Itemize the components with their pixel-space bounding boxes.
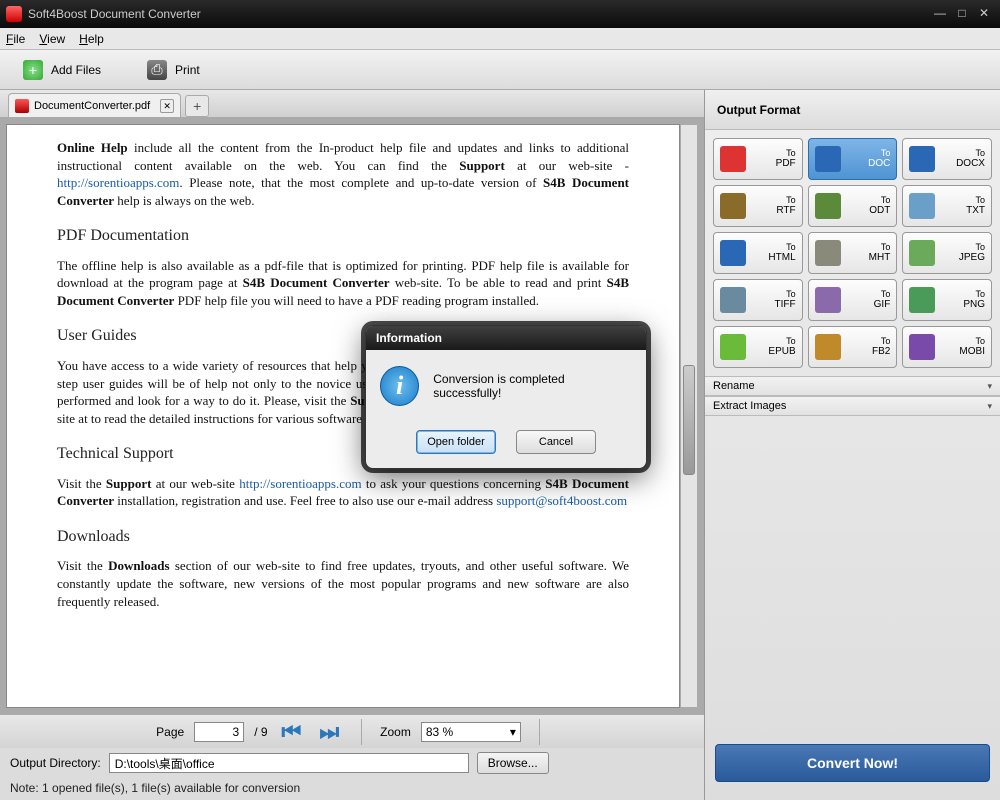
output-directory-input[interactable] — [109, 753, 469, 773]
format-fb2-button[interactable]: ToFB2 — [808, 326, 898, 368]
scrollbar-thumb[interactable] — [683, 365, 695, 475]
epub-icon — [720, 334, 746, 360]
rtf-icon — [720, 193, 746, 219]
page-input[interactable] — [194, 722, 244, 742]
extract-images-accordion[interactable]: Extract Images▾ — [705, 396, 1000, 416]
add-files-label: Add Files — [51, 63, 101, 77]
format-rtf-button[interactable]: ToRTF — [713, 185, 803, 227]
format-docx-button[interactable]: ToDOCX — [902, 138, 992, 180]
print-label: Print — [175, 63, 200, 77]
format-png-button[interactable]: ToPNG — [902, 279, 992, 321]
heading-downloads: Downloads — [57, 526, 629, 548]
page-label: Page — [156, 725, 184, 739]
file-tab-label: DocumentConverter.pdf — [34, 100, 150, 112]
format-doc-button[interactable]: ToDOC — [808, 138, 898, 180]
status-note: Note: 1 opened file(s), 1 file(s) availa… — [0, 778, 704, 800]
odt-icon — [815, 193, 841, 219]
maximize-button[interactable]: □ — [952, 7, 972, 21]
chevron-down-icon: ▾ — [510, 725, 516, 739]
gif-icon — [815, 287, 841, 313]
txt-icon — [909, 193, 935, 219]
docx-icon — [909, 146, 935, 172]
format-epub-button[interactable]: ToEPUB — [713, 326, 803, 368]
mht-icon — [815, 240, 841, 266]
tab-row: DocumentConverter.pdf ✕ + — [0, 90, 704, 118]
tiff-icon — [720, 287, 746, 313]
zoom-select[interactable]: 83 %▾ — [421, 722, 521, 742]
browse-button[interactable]: Browse... — [477, 752, 549, 774]
format-mobi-button[interactable]: ToMOBI — [902, 326, 992, 368]
add-files-button[interactable]: + Add Files — [10, 55, 114, 85]
window-title: Soft4Boost Document Converter — [28, 7, 201, 21]
format-mht-button[interactable]: ToMHT — [808, 232, 898, 274]
menu-help[interactable]: Help — [79, 32, 104, 46]
output-format-header: Output Format — [705, 90, 1000, 130]
last-page-button[interactable]: ⏭ — [315, 719, 343, 745]
format-txt-button[interactable]: ToTXT — [902, 185, 992, 227]
link-sorentio2[interactable]: http://sorentioapps.com — [239, 476, 361, 491]
rename-accordion[interactable]: Rename▾ — [705, 376, 1000, 396]
add-tab-button[interactable]: + — [185, 95, 209, 117]
link-support-email[interactable]: support@soft4boost.com — [496, 493, 627, 508]
format-html-button[interactable]: ToHTML — [713, 232, 803, 274]
menu-bar: File View Help — [0, 28, 1000, 50]
heading-pdf-doc: PDF Documentation — [57, 225, 629, 247]
link-sorentio1[interactable]: http://sorentioapps.com — [57, 175, 179, 190]
jpeg-icon — [909, 240, 935, 266]
doc-icon — [815, 146, 841, 172]
format-gif-button[interactable]: ToGIF — [808, 279, 898, 321]
first-page-button[interactable]: ⏮ — [278, 719, 306, 745]
title-bar: Soft4Boost Document Converter — □ ✕ — [0, 0, 1000, 28]
toolbar: + Add Files ⎙ Print — [0, 50, 1000, 90]
format-jpeg-button[interactable]: ToJPEG — [902, 232, 992, 274]
vertical-scrollbar[interactable] — [680, 124, 698, 708]
chevron-down-icon: ▾ — [987, 381, 992, 392]
print-icon: ⎙ — [147, 60, 167, 80]
png-icon — [909, 287, 935, 313]
output-row: Output Directory: Browse... — [0, 748, 704, 778]
print-button[interactable]: ⎙ Print — [134, 55, 213, 85]
file-tab[interactable]: DocumentConverter.pdf ✕ — [8, 93, 181, 117]
info-dialog: Information i Conversion is completed su… — [365, 325, 647, 469]
html-icon — [720, 240, 746, 266]
format-pdf-button[interactable]: ToPDF — [713, 138, 803, 180]
convert-now-button[interactable]: Convert Now! — [715, 744, 990, 782]
add-icon: + — [23, 60, 43, 80]
page-bar: Page / 9 ⏮ ⏭ Zoom 83 %▾ — [0, 714, 704, 748]
menu-file[interactable]: File — [6, 32, 25, 46]
output-label: Output Directory: — [10, 756, 101, 770]
minimize-button[interactable]: — — [930, 7, 950, 21]
format-tiff-button[interactable]: ToTIFF — [713, 279, 803, 321]
close-button[interactable]: ✕ — [974, 7, 994, 21]
zoom-label: Zoom — [380, 725, 411, 739]
mobi-icon — [909, 334, 935, 360]
format-odt-button[interactable]: ToODT — [808, 185, 898, 227]
open-folder-button[interactable]: Open folder — [416, 430, 496, 454]
info-icon: i — [380, 366, 419, 406]
close-tab-button[interactable]: ✕ — [160, 99, 174, 113]
format-grid: ToPDFToDOCToDOCXToRTFToODTToTXTToHTMLToM… — [705, 130, 1000, 376]
dialog-message: Conversion is completed successfully! — [433, 372, 632, 400]
cancel-button[interactable]: Cancel — [516, 430, 596, 454]
pdf-icon — [15, 99, 29, 113]
dialog-title: Information — [366, 326, 646, 350]
pdf-icon — [720, 146, 746, 172]
page-total: / 9 — [254, 725, 267, 739]
fb2-icon — [815, 334, 841, 360]
chevron-down-icon: ▾ — [987, 401, 992, 412]
app-icon — [6, 6, 22, 22]
menu-view[interactable]: View — [39, 32, 65, 46]
